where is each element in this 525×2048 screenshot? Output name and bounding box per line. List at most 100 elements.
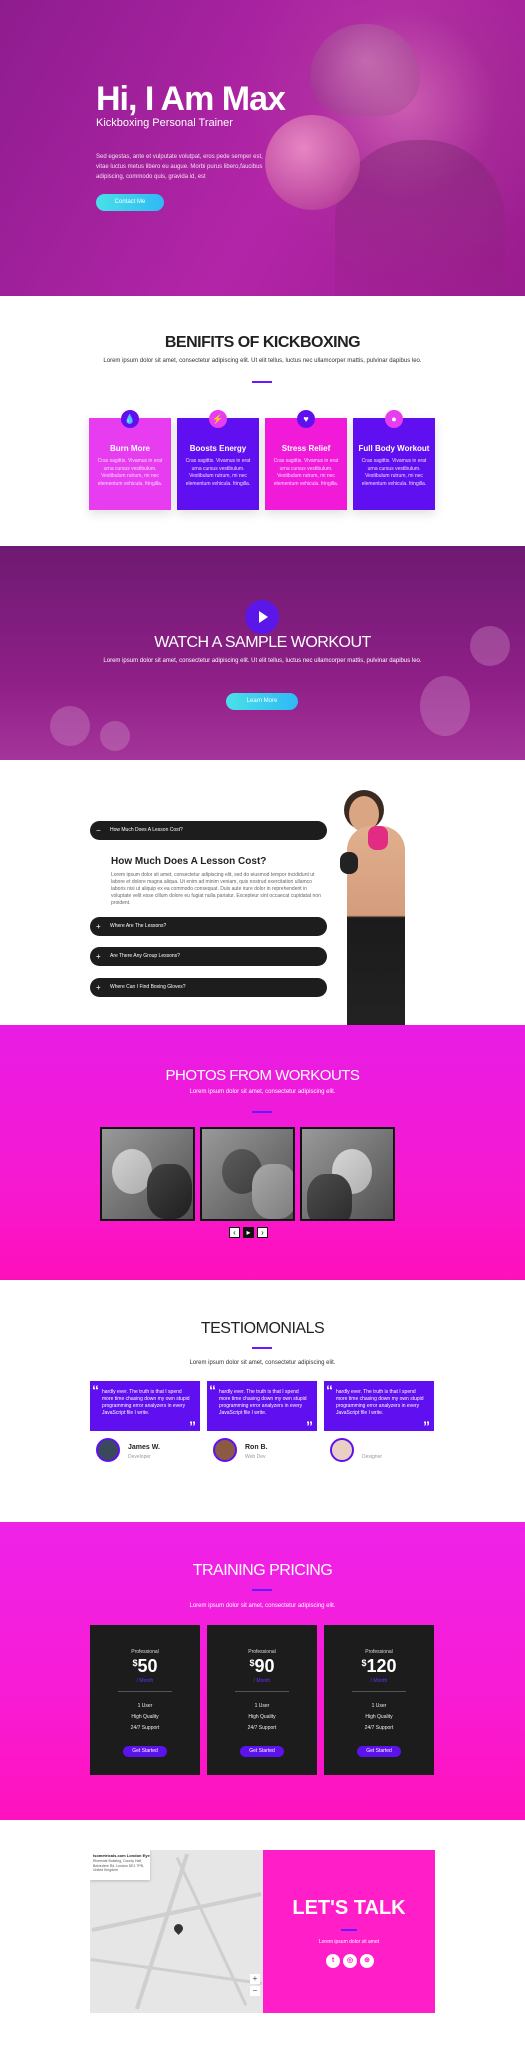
pricing-title: TRAINING PRICING: [192, 1562, 333, 1579]
hero-title: Hi, I Am Max: [96, 80, 286, 118]
lets-talk-subtitle: Lorem ipsum dolor sit amet: [318, 1939, 380, 1945]
testimonial-card: “ hardly ever. The truth is that I spend…: [207, 1381, 317, 1433]
quote-close-icon: ”: [189, 1418, 196, 1434]
testimonial-role: Designer: [362, 1454, 383, 1460]
workout-photo[interactable]: [200, 1127, 295, 1221]
plus-icon: +: [96, 952, 101, 961]
drop-icon: 💧: [121, 410, 139, 428]
plan-label: Professional: [365, 1649, 393, 1655]
testimonial-role: Developer: [128, 1454, 151, 1460]
photo-shade: [302, 1129, 393, 1219]
plan-period: / Month: [370, 1678, 388, 1684]
location-map[interactable]: Isometricals.com London Eye Riverside Bu…: [90, 1850, 263, 2013]
gallery-prev-button[interactable]: ‹: [229, 1227, 240, 1238]
gallery-next-button[interactable]: ›: [257, 1227, 268, 1238]
faq-item-lesson-cost[interactable]: − How Much Does A Lesson Cost?: [90, 821, 327, 840]
faq-item-lesson-location[interactable]: + Where Are The Lessons?: [90, 917, 327, 936]
faq-item-group-lessons[interactable]: + Are There Any Group Lessons?: [90, 947, 327, 966]
testimonial-name: Ron B.: [245, 1444, 268, 1451]
learn-more-button[interactable]: Learn More: [226, 693, 298, 710]
benefit-card-text: Cras sagittis. Vivamus in erat urna curs…: [361, 458, 427, 487]
video-title: WATCH A SAMPLE WORKOUT: [154, 634, 371, 651]
benefit-card-burn-more: 💧 Burn More Cras sagittis. Vivamus in er…: [89, 410, 171, 510]
photos-title: PHOTOS FROM WORKOUTS: [165, 1067, 360, 1084]
plan-price: $50: [90, 1656, 200, 1677]
plan-amount: 90: [254, 1656, 275, 1676]
workout-video-section: WATCH A SAMPLE WORKOUT Lorem ipsum dolor…: [0, 546, 525, 760]
avatar: [330, 1438, 354, 1462]
user-icon: ●: [385, 410, 403, 428]
crowd-figure: [50, 706, 90, 746]
lightning-icon: ⚡: [209, 410, 227, 428]
video-subtitle: Lorem ipsum dolor sit amet, consectetur …: [103, 658, 422, 664]
get-started-button[interactable]: Get Started: [357, 1746, 401, 1757]
benefit-card-stress-relief: ♥ Stress Relief Cras sagittis. Vivamus i…: [265, 410, 347, 510]
heart-icon: ♥: [297, 410, 315, 428]
benefit-card-title: Stress Relief: [281, 444, 331, 453]
plan-period: / Month: [253, 1678, 271, 1684]
testimonials-subtitle: Lorem ipsum dolor sit amet, consectetur …: [189, 1360, 336, 1366]
benefits-section: BENIFITS OF KICKBOXING Lorem ipsum dolor…: [0, 296, 525, 546]
pricing-card: Professional $90 / Month 1 User High Qua…: [207, 1625, 317, 1775]
plan-feature: High Quality: [248, 1714, 276, 1720]
trainer-image-glove: [368, 826, 388, 850]
faq-item-boxing-gloves[interactable]: + Where Can I Find Boxing Gloves?: [90, 978, 327, 997]
testimonial-quote: hardly ever. The truth is that I spend m…: [102, 1389, 190, 1416]
benefit-card-title: Burn More: [110, 444, 150, 453]
minus-icon: −: [96, 826, 101, 835]
plan-amount: 50: [137, 1656, 158, 1676]
workout-photo[interactable]: [100, 1127, 195, 1221]
plan-label: Professional: [131, 1649, 159, 1655]
faq-question: Are There Any Group Lessons?: [110, 953, 180, 959]
get-started-button[interactable]: Get Started: [123, 1746, 167, 1757]
plan-period: / Month: [136, 1678, 154, 1684]
hero-figure-glove: [265, 115, 360, 210]
benefit-card-text: Cras sagittis. Vivamus in erat urna curs…: [273, 458, 339, 487]
faq-answer-title: How Much Does A Lesson Cost?: [111, 856, 267, 867]
play-video-button[interactable]: [245, 600, 279, 634]
photo-shade: [102, 1129, 193, 1219]
hero-subtitle: Kickboxing Personal Trainer: [96, 117, 233, 129]
instagram-icon[interactable]: ◎: [343, 1954, 357, 1968]
pricing-subtitle: Lorem ipsum dolor sit amet, consectetur …: [189, 1603, 336, 1609]
plus-icon: +: [96, 922, 101, 931]
benefit-card-title: Full Body Workout: [358, 444, 430, 453]
dribbble-icon[interactable]: ⊕: [360, 1954, 374, 1968]
map-pin-icon: [172, 1922, 185, 1935]
quote-open-icon: “: [92, 1382, 99, 1398]
workout-photo[interactable]: [300, 1127, 395, 1221]
plan-price: $120: [324, 1656, 434, 1677]
gallery-play-button[interactable]: ▸: [243, 1227, 254, 1238]
zoom-in-button[interactable]: +: [250, 1974, 260, 1984]
contact-me-button[interactable]: Contact Me: [96, 194, 164, 211]
benefits-divider: [252, 381, 272, 383]
get-started-button[interactable]: Get Started: [240, 1746, 284, 1757]
hero-bio: Sed egestas, ante et vulputate volutpat,…: [96, 154, 263, 180]
pricing-card: Professional $120 / Month 1 User High Qu…: [324, 1625, 434, 1775]
plan-label: Professional: [248, 1649, 276, 1655]
map-place-address: Riverside Building, County Hall, Belvede…: [93, 1859, 144, 1872]
map-info-card: Isometricals.com London Eye Riverside Bu…: [90, 1850, 150, 1880]
testimonial-name: James W.: [128, 1444, 160, 1451]
quote-close-icon: ”: [423, 1418, 430, 1434]
benefit-card-text: Cras sagittis. Vivamus in erat urna curs…: [185, 458, 251, 487]
faq-question: How Much Does A Lesson Cost?: [110, 827, 183, 833]
plan-feature: 24/7 Support: [130, 1725, 160, 1731]
photos-section: PHOTOS FROM WORKOUTS Lorem ipsum dolor s…: [0, 1025, 525, 1280]
benefits-subtitle: Lorem ipsum dolor sit amet, consectetur …: [103, 358, 422, 364]
benefit-card-title: Boosts Energy: [189, 444, 247, 453]
photos-subtitle: Lorem ipsum dolor sit amet, consectetur …: [189, 1089, 336, 1095]
avatar: [213, 1438, 237, 1462]
photo-shade: [202, 1129, 293, 1219]
testimonials-title: TESTIOMONIALS: [200, 1320, 325, 1337]
pricing-divider: [252, 1589, 272, 1591]
plan-price: $90: [207, 1656, 317, 1677]
avatar: [96, 1438, 120, 1462]
pricing-card: Professional $50 / Month 1 User High Qua…: [90, 1625, 200, 1775]
hero-figure-head: [310, 24, 420, 116]
twitter-icon[interactable]: t: [326, 1954, 340, 1968]
faq-question: Where Are The Lessons?: [110, 923, 167, 929]
plan-amount: 120: [366, 1656, 397, 1676]
zoom-out-button[interactable]: −: [250, 1986, 260, 1996]
lets-talk-divider: [341, 1929, 357, 1931]
